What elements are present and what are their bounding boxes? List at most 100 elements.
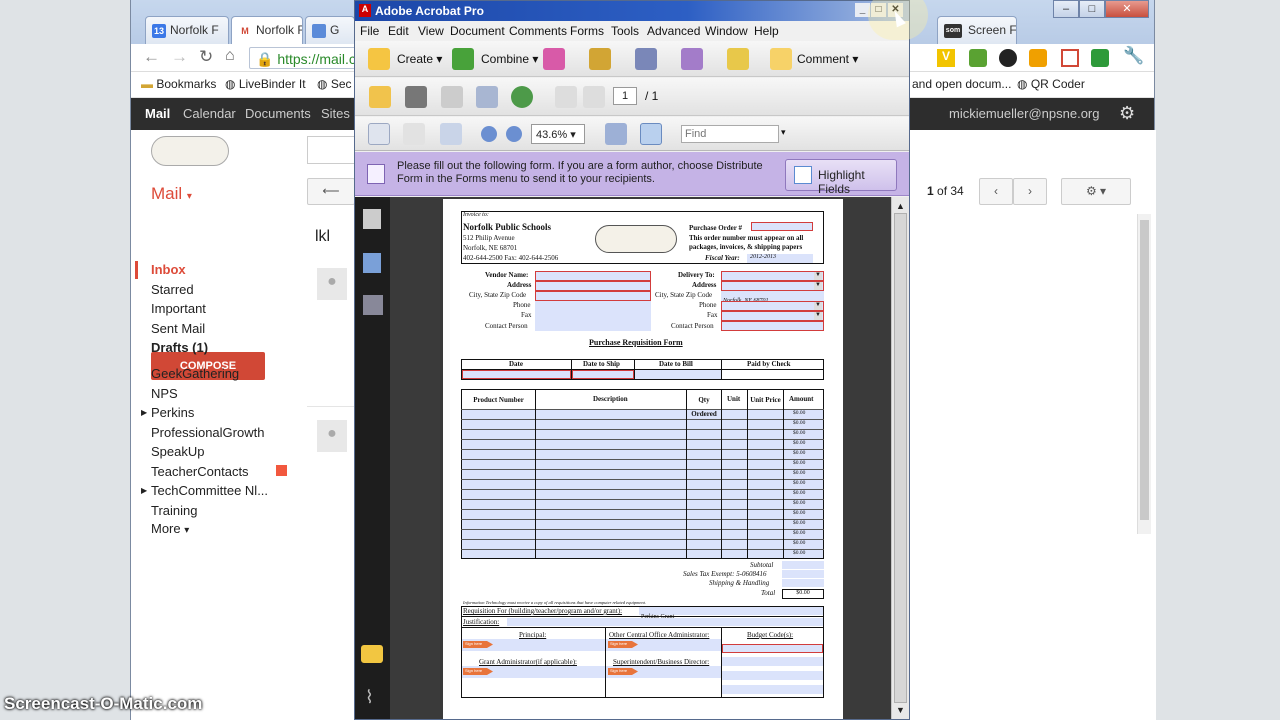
nav-mail[interactable]: Mail [145,106,170,121]
folder-starred[interactable]: Starred [151,282,194,297]
maximize-button[interactable]: □ [1079,0,1105,18]
close-button[interactable]: ✕ [1105,0,1149,18]
nav-calendar[interactable]: Calendar [183,106,236,121]
budget-code-field-4[interactable] [722,685,823,694]
attachments-paperclip-icon[interactable]: ⌇ [365,687,374,708]
scrollbar-thumb[interactable] [1140,220,1149,520]
delivery-fax-field[interactable]: ▼ [721,311,824,321]
url-input[interactable]: 🔒 https://mail.c [249,47,359,69]
marquee-zoom-icon[interactable] [440,123,462,145]
budget-code-field[interactable] [722,644,823,653]
signatures-icon[interactable] [363,295,383,315]
zoom-level-select[interactable]: 43.6% ▾ [531,124,585,144]
delivery-to-dropdown[interactable]: ▼ [721,271,824,281]
more-labels[interactable]: More ▾ [151,521,189,536]
label-techcommittee[interactable]: TechCommittee Nl... [151,483,268,498]
scroll-up-icon[interactable]: ▲ [896,201,905,211]
scrollbar-thumb[interactable] [894,213,907,703]
back-button[interactable]: ⟵ [307,178,355,205]
tab-gmail[interactable]: M Norfolk F [231,16,303,44]
sign-here-tag[interactable]: Sign here [463,641,493,648]
comment-button[interactable]: Comment ▾ [797,52,858,66]
budget-code-field-2[interactable] [722,657,823,666]
expand-triangle-icon[interactable]: ▶ [141,486,147,495]
folder-inbox[interactable]: Inbox [151,262,186,277]
select-tool-icon[interactable] [368,123,390,145]
save-icon[interactable] [441,86,463,108]
tab-screencast[interactable]: som Screen F [937,16,1017,44]
extension-v-icon[interactable]: V [937,49,955,67]
folder-drafts[interactable]: Drafts (1) [151,340,208,355]
fiscal-year-field[interactable]: 2012-2013 [747,254,813,263]
req-for-field[interactable]: Perkins Grant [639,607,823,620]
menu-help[interactable]: Help [754,24,779,38]
forms-icon[interactable] [681,48,703,70]
settings-menu-button[interactable]: ⚙ ▾ [1061,178,1131,205]
vendor-name-field[interactable] [535,271,651,281]
scroll-down-icon[interactable]: ▼ [896,705,905,715]
home-icon[interactable]: ⌂ [225,47,235,65]
account-email[interactable]: mickiemueller@npsne.org [949,106,1099,121]
date-to-bill-field[interactable] [635,370,721,379]
menu-file[interactable]: File [360,24,379,38]
extension-evernote-icon[interactable] [969,49,987,67]
bookmark-folder[interactable]: ▬ Bookmarks [141,77,216,91]
menu-comments[interactable]: Comments [509,24,567,38]
items-table[interactable] [461,389,824,559]
nav-sites[interactable]: Sites [321,106,350,121]
zoom-in-icon[interactable] [506,126,522,142]
print-icon[interactable] [405,86,427,108]
highlight-fields-button[interactable]: Highlight Fields [785,159,897,196]
delivery-contact-field[interactable] [721,321,824,331]
delivery-address-field[interactable]: ▼ [721,281,824,291]
menu-tools[interactable]: Tools [611,24,639,38]
total-field[interactable]: $0.00 [782,589,824,599]
minimize-button[interactable]: – [1053,0,1079,18]
menu-edit[interactable]: Edit [388,24,409,38]
folder-important[interactable]: Important [151,301,206,316]
settings-gear-icon[interactable]: ⚙ [1119,103,1135,124]
tab-calendar[interactable]: 13 Norfolk F [145,16,229,44]
vendor-phone-field[interactable] [535,301,651,311]
previous-page-icon[interactable] [555,86,577,108]
reload-icon[interactable]: ↻ [199,47,213,67]
subtotal-field[interactable] [782,561,824,569]
label-professionalgrowth[interactable]: ProfessionalGrowth [151,425,264,440]
email-icon[interactable] [476,86,498,108]
scrollbar[interactable] [1137,214,1151,534]
find-input[interactable] [681,125,779,143]
bookmark-livebinder[interactable]: ◍ LiveBinder It [225,77,306,91]
web-upload-icon[interactable] [511,86,533,108]
find-dropdown-icon[interactable]: ▾ [781,127,786,138]
search-box[interactable] [307,136,355,164]
forward-arrow-icon[interactable]: → [171,47,188,67]
menu-forms[interactable]: Forms [570,24,604,38]
combine-button[interactable]: Combine ▾ [481,52,538,66]
shipping-field[interactable] [782,579,824,587]
bookmark-sec[interactable]: ◍ Sec [317,77,352,91]
label-training[interactable]: Training [151,503,197,518]
bookmarks-icon[interactable] [363,253,381,273]
bookmark-open-docum[interactable]: and open docum... [912,77,1011,91]
budget-code-field-3[interactable] [722,671,823,680]
vendor-contact-field[interactable] [535,321,651,331]
menu-advanced[interactable]: Advanced [647,24,700,38]
label-perkins[interactable]: Perkins [151,405,194,420]
zoom-out-icon[interactable] [481,126,497,142]
expand-triangle-icon[interactable]: ▶ [141,408,147,417]
sign-here-tag[interactable]: Sign here [463,668,493,675]
older-button[interactable]: › [1013,178,1047,205]
page-number-input[interactable]: 1 [613,87,637,105]
sign-here-tag[interactable]: Sign here [608,641,638,648]
comments-icon[interactable] [361,645,383,663]
menu-document[interactable]: Document [450,24,505,38]
hand-tool-icon[interactable] [403,123,425,145]
menu-view[interactable]: View [418,24,444,38]
extension-green-icon[interactable] [1091,49,1109,67]
date-field[interactable] [462,370,571,379]
po-number-field[interactable] [751,222,813,231]
extension-gmail-icon[interactable] [1061,49,1079,67]
nav-documents[interactable]: Documents [245,106,311,121]
back-arrow-icon[interactable]: ← [143,47,160,67]
vendor-fax-field[interactable] [535,311,651,321]
